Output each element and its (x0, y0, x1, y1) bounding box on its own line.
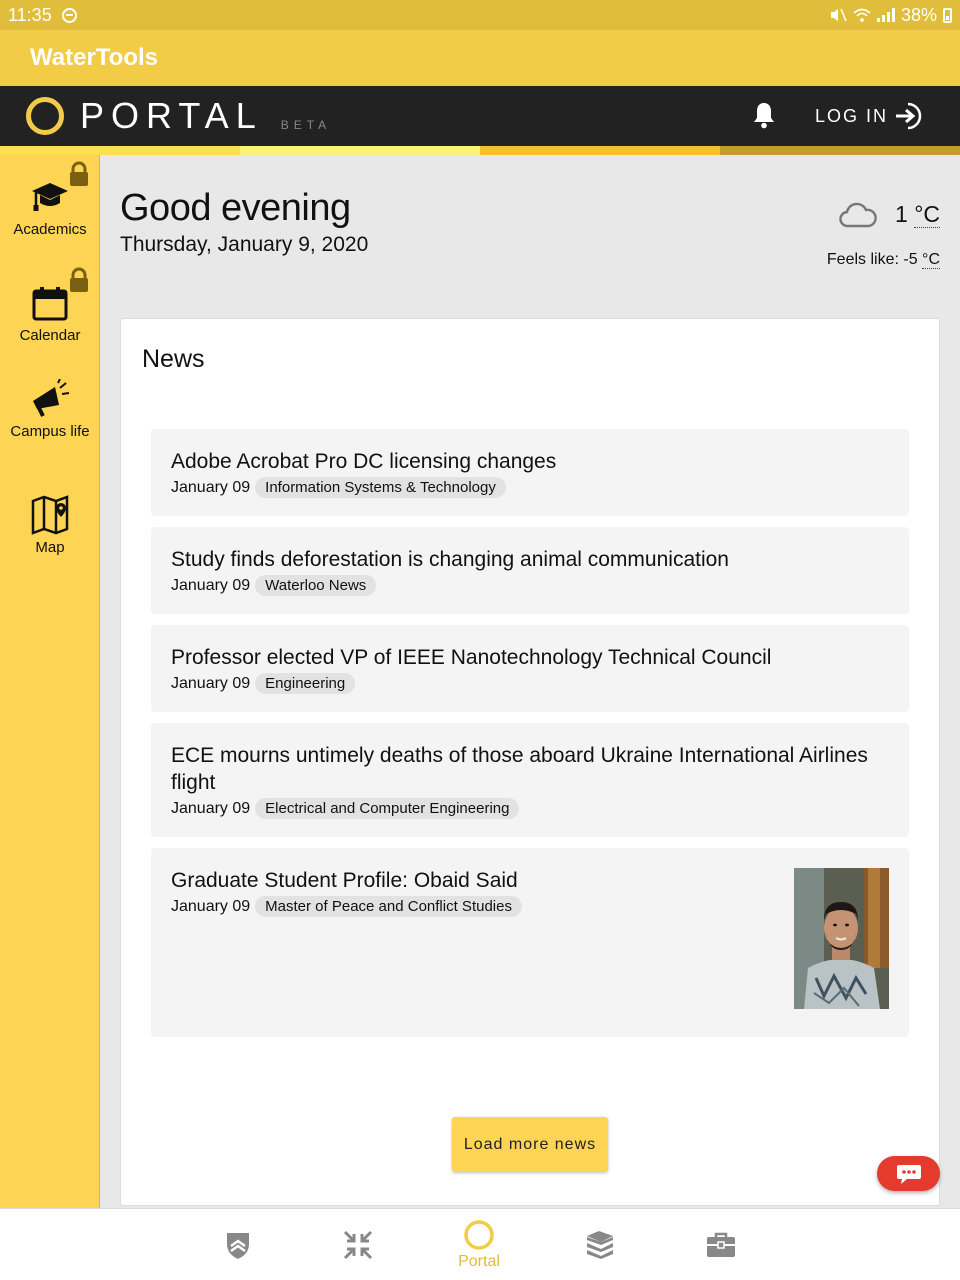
news-date: January 09 (171, 674, 251, 692)
news-source-tag: Waterloo News (255, 575, 377, 596)
news-headline: Adobe Acrobat Pro DC licensing changes (171, 450, 557, 473)
megaphone-icon (33, 379, 70, 417)
news-item[interactable]: Graduate Student Profile: Obaid Said Jan… (151, 848, 909, 1037)
news-headline: Study finds deforestation is changing an… (171, 548, 729, 571)
do-not-disturb-icon (61, 7, 77, 23)
chat-bubble-icon (896, 1164, 921, 1184)
sidebar-item-map[interactable]: Map (0, 495, 100, 556)
news-item[interactable]: ECE mourns untimely deaths of those aboa… (151, 723, 909, 837)
sidebar-item-label: Calendar (19, 327, 81, 344)
battery-icon (943, 7, 952, 23)
load-more-news-button[interactable]: Load more news (452, 1117, 608, 1172)
news-thumbnail (794, 868, 889, 1009)
calendar-icon (32, 287, 68, 321)
portal-ring-icon (464, 1220, 494, 1250)
feels-like-unit: °C (922, 251, 940, 269)
sidebar-item-label: Map (35, 539, 65, 556)
news-source-tag: Master of Peace and Conflict Studies (255, 896, 522, 917)
sidebar-item-campus-life[interactable]: Campus life (0, 379, 100, 443)
cloud-icon (839, 202, 877, 228)
news-date: January 09 (171, 897, 251, 915)
nav-item-collapse[interactable] (318, 1209, 398, 1280)
news-item[interactable]: Study finds deforestation is changing an… (151, 527, 909, 614)
battery-percent: 38% (900, 4, 937, 25)
bottom-navigation: Portal (0, 1208, 960, 1280)
nav-item-briefcase[interactable] (681, 1209, 761, 1280)
chat-button[interactable] (877, 1156, 940, 1191)
login-arrow-icon (896, 102, 922, 130)
lock-icon (70, 161, 88, 186)
portal-header: PORTAL BETA LOG IN (0, 86, 960, 146)
weather-temperature: 1 °C (895, 201, 940, 228)
news-item[interactable]: Professor elected VP of IEEE Nanotechnol… (151, 625, 909, 712)
sidebar: Academics Calendar Campus life Map (0, 155, 100, 1208)
beta-label: BETA (280, 118, 332, 132)
news-date: January 09 (171, 576, 251, 594)
portal-logo-icon (26, 97, 64, 135)
news-source-tag: Engineering (255, 673, 356, 694)
news-list: Adobe Acrobat Pro DC licensing changes J… (151, 429, 909, 1048)
news-source-tag: Information Systems & Technology (255, 477, 506, 498)
greeting-title: Good evening (120, 187, 351, 229)
news-date: January 09 (171, 478, 251, 496)
news-headline: Graduate Student Profile: Obaid Said (171, 869, 518, 892)
nav-item-books[interactable] (560, 1209, 640, 1280)
map-icon (31, 495, 69, 535)
status-time: 11:35 (8, 4, 52, 25)
notification-bell-icon[interactable] (752, 101, 776, 129)
app-title: WaterTools (30, 44, 159, 71)
login-button[interactable]: LOG IN (815, 102, 922, 130)
feels-like: Feels like: -5 °C (827, 251, 940, 269)
shield-icon (227, 1233, 249, 1259)
news-source-tag: Electrical and Computer Engineering (255, 798, 520, 819)
news-headline: Professor elected VP of IEEE Nanotechnol… (171, 646, 772, 669)
mute-icon (830, 8, 847, 22)
login-label: LOG IN (815, 105, 889, 126)
feels-like-label: Feels like: -5 (826, 251, 918, 268)
briefcase-icon (707, 1232, 735, 1257)
sidebar-item-label: Campus life (10, 423, 90, 440)
sidebar-item-calendar[interactable]: Calendar (0, 285, 100, 344)
signal-icon (876, 8, 895, 22)
status-bar: 11:35 38% (0, 0, 960, 30)
lock-icon (70, 267, 88, 292)
portal-title: PORTAL (80, 95, 263, 136)
books-icon (587, 1231, 613, 1259)
graduation-cap-icon (32, 183, 68, 211)
temperature-value: 1 (895, 201, 908, 227)
wifi-icon (853, 8, 871, 22)
main-content: Good evening Thursday, January 9, 2020 1… (100, 155, 960, 1208)
temperature-unit: °C (914, 201, 940, 228)
greeting-date: Thursday, January 9, 2020 (120, 233, 369, 256)
accent-stripe (0, 146, 960, 155)
news-date: January 09 (171, 799, 251, 817)
nav-item-shield[interactable] (198, 1209, 278, 1280)
nav-item-portal[interactable]: Portal (439, 1209, 519, 1280)
sidebar-item-label: Academics (13, 221, 87, 238)
news-headline: ECE mourns untimely deaths of those aboa… (171, 744, 868, 794)
app-bar: WaterTools (0, 30, 960, 86)
collapse-arrows-icon (343, 1230, 373, 1260)
nav-label: Portal (458, 1253, 500, 1270)
news-heading: News (142, 345, 205, 373)
news-card: News Adobe Acrobat Pro DC licensing chan… (120, 318, 940, 1206)
news-item[interactable]: Adobe Acrobat Pro DC licensing changes J… (151, 429, 909, 516)
